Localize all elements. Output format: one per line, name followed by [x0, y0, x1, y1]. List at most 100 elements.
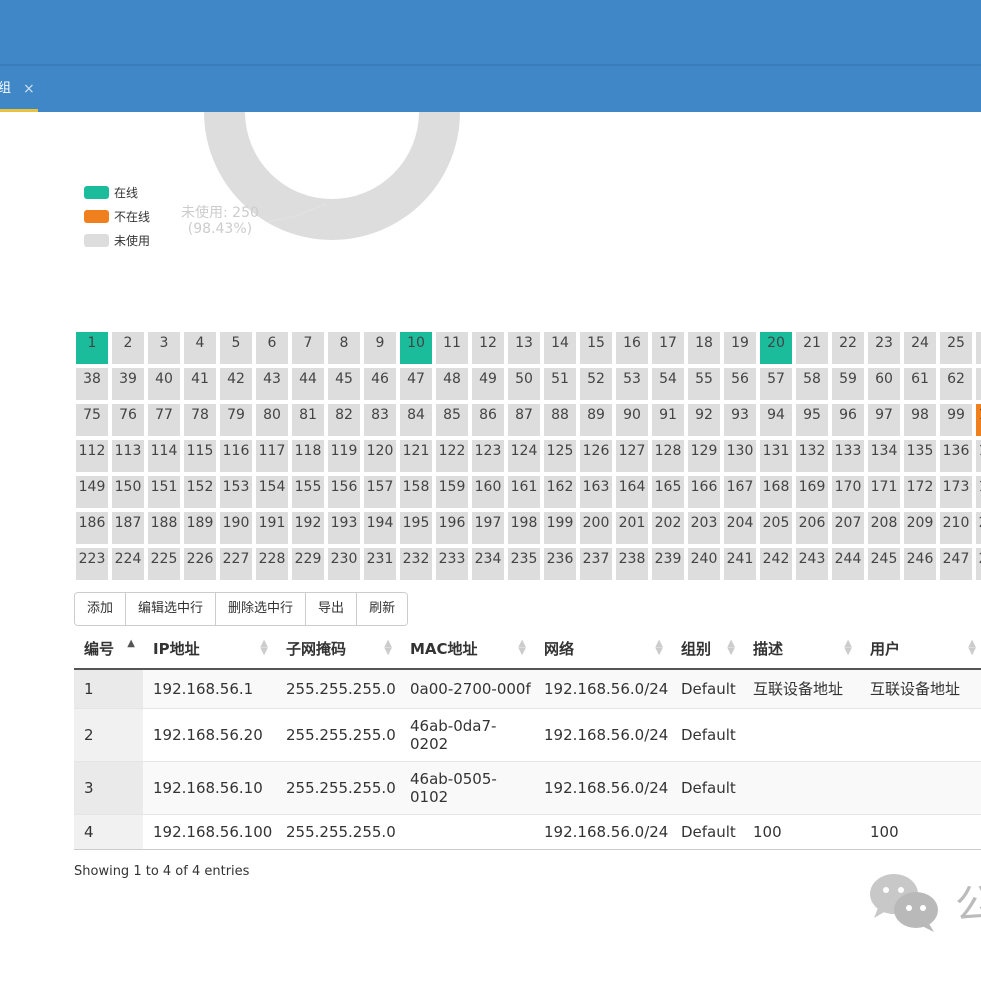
sort-icon[interactable]: ▲ ▼ [844, 639, 852, 657]
ip-cell[interactable]: 244 [832, 548, 864, 580]
ip-cell[interactable]: 188 [148, 512, 180, 544]
edit-selected-button[interactable]: 编辑选中行 [126, 593, 217, 625]
ip-cell[interactable]: 97 [868, 404, 900, 436]
ip-cell[interactable]: 207 [832, 512, 864, 544]
ip-cell[interactable]: 198 [508, 512, 540, 544]
ip-cell[interactable]: 59 [832, 368, 864, 400]
ip-cell[interactable]: 20 [760, 332, 792, 364]
ip-cell[interactable]: 229 [292, 548, 324, 580]
ip-cell[interactable]: 134 [868, 440, 900, 472]
column-header-network[interactable]: 网络 ▲ ▼ [534, 628, 671, 670]
ip-cell[interactable]: 62 [940, 368, 972, 400]
ip-cell[interactable]: 78 [184, 404, 216, 436]
ip-cell[interactable]: 121 [400, 440, 432, 472]
ip-cell[interactable]: 61 [904, 368, 936, 400]
ip-cell[interactable]: 196 [436, 512, 468, 544]
ip-cell[interactable]: 187 [112, 512, 144, 544]
ip-cell[interactable]: 116 [220, 440, 252, 472]
ip-cell[interactable]: 204 [724, 512, 756, 544]
ip-cell[interactable]: 235 [508, 548, 540, 580]
ip-cell[interactable]: 112 [76, 440, 108, 472]
ip-cell[interactable]: 41 [184, 368, 216, 400]
ip-cell[interactable]: 84 [400, 404, 432, 436]
ip-cell[interactable]: 40 [148, 368, 180, 400]
ip-cell[interactable]: 94 [760, 404, 792, 436]
column-header-mac[interactable]: MAC地址 ▲ ▼ [400, 628, 534, 670]
legend-item-offline[interactable]: 不在线 [84, 204, 150, 228]
ip-cell[interactable]: 123 [472, 440, 504, 472]
ip-cell[interactable]: 232 [400, 548, 432, 580]
ip-cell[interactable]: 243 [796, 548, 828, 580]
ip-cell[interactable]: 227 [220, 548, 252, 580]
ip-cell[interactable]: 195 [400, 512, 432, 544]
ip-cell[interactable]: 199 [544, 512, 576, 544]
ip-cell[interactable]: 45 [328, 368, 360, 400]
refresh-button[interactable]: 刷新 [357, 593, 408, 625]
ip-cell[interactable]: 193 [328, 512, 360, 544]
ip-cell[interactable]: 11 [436, 332, 468, 364]
ip-cell[interactable]: 119 [328, 440, 360, 472]
ip-cell[interactable]: 153 [220, 476, 252, 508]
ip-cell[interactable]: 12 [472, 332, 504, 364]
sort-icon[interactable]: ▲ ▼ [518, 639, 526, 657]
ip-cell[interactable]: 202 [652, 512, 684, 544]
ip-cell[interactable]: 98 [904, 404, 936, 436]
sort-icon[interactable]: ▲ ▼ [655, 639, 663, 657]
ip-cell[interactable]: 223 [76, 548, 108, 580]
ip-cell[interactable]: 133 [832, 440, 864, 472]
ip-cell[interactable]: 131 [760, 440, 792, 472]
ip-cell[interactable]: 79 [220, 404, 252, 436]
ip-cell[interactable]: 21 [796, 332, 828, 364]
ip-cell[interactable]: 192 [292, 512, 324, 544]
ip-cell[interactable]: 47 [400, 368, 432, 400]
ip-cell[interactable]: 92 [688, 404, 720, 436]
ip-cell[interactable]: 23 [868, 332, 900, 364]
ip-cell[interactable]: 52 [580, 368, 612, 400]
ip-cell[interactable]: 63 [976, 368, 981, 400]
ip-cell[interactable]: 15 [580, 332, 612, 364]
ip-cell[interactable]: 171 [868, 476, 900, 508]
ip-cell[interactable]: 16 [616, 332, 648, 364]
ip-cell[interactable]: 209 [904, 512, 936, 544]
ip-cell[interactable]: 210 [940, 512, 972, 544]
ip-cell[interactable]: 51 [544, 368, 576, 400]
ip-cell[interactable]: 81 [292, 404, 324, 436]
ip-cell[interactable]: 211 [976, 512, 981, 544]
ip-cell[interactable]: 48 [436, 368, 468, 400]
ip-cell[interactable]: 161 [508, 476, 540, 508]
ip-cell[interactable]: 95 [796, 404, 828, 436]
ip-cell[interactable]: 76 [112, 404, 144, 436]
ip-cell[interactable]: 164 [616, 476, 648, 508]
ip-cell[interactable]: 18 [688, 332, 720, 364]
ip-cell[interactable]: 169 [796, 476, 828, 508]
ip-cell[interactable]: 248 [976, 548, 981, 580]
ip-cell[interactable]: 128 [652, 440, 684, 472]
column-header-user[interactable]: 用户 ▲ ▼ [860, 628, 981, 670]
ip-cell[interactable]: 117 [256, 440, 288, 472]
ip-cell[interactable]: 157 [364, 476, 396, 508]
tab-active[interactable]: 组 × [0, 66, 38, 112]
legend-item-unused[interactable]: 未使用 [84, 228, 150, 252]
ip-cell[interactable]: 165 [652, 476, 684, 508]
legend-item-online[interactable]: 在线 [84, 180, 150, 204]
ip-cell[interactable]: 149 [76, 476, 108, 508]
ip-cell[interactable]: 159 [436, 476, 468, 508]
column-header-description[interactable]: 描述 ▲ ▼ [743, 628, 860, 670]
ip-cell[interactable]: 77 [148, 404, 180, 436]
ip-cell[interactable]: 201 [616, 512, 648, 544]
ip-cell[interactable]: 246 [904, 548, 936, 580]
ip-cell[interactable]: 19 [724, 332, 756, 364]
sort-icon[interactable]: ▲ ▼ [727, 639, 735, 657]
ip-cell[interactable]: 99 [940, 404, 972, 436]
ip-cell[interactable]: 160 [472, 476, 504, 508]
ip-cell[interactable]: 126 [580, 440, 612, 472]
ip-cell[interactable]: 151 [148, 476, 180, 508]
ip-cell[interactable]: 191 [256, 512, 288, 544]
ip-cell[interactable]: 80 [256, 404, 288, 436]
ip-cell[interactable]: 135 [904, 440, 936, 472]
ip-cell[interactable]: 206 [796, 512, 828, 544]
ip-cell[interactable]: 46 [364, 368, 396, 400]
ip-cell[interactable]: 189 [184, 512, 216, 544]
ip-cell[interactable]: 38 [76, 368, 108, 400]
table-row[interactable]: 2 192.168.56.20 255.255.255.0 46ab-0da7-… [74, 707, 981, 761]
